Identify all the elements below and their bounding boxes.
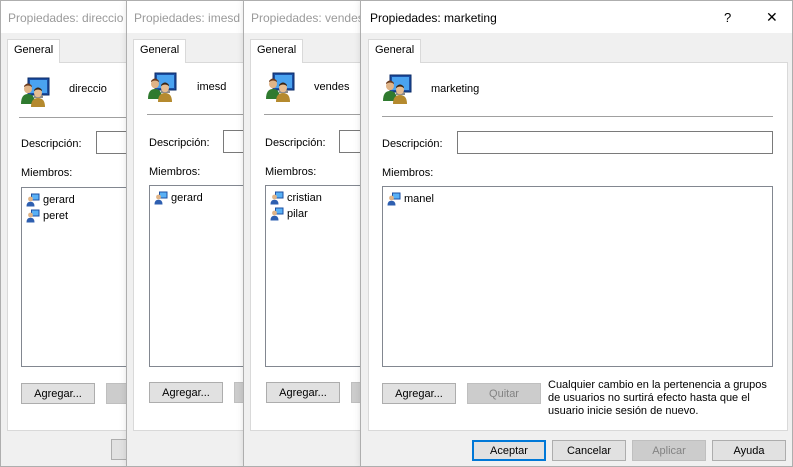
description-field[interactable]	[96, 131, 126, 154]
title-bar[interactable]: Propiedades: imesd	[127, 1, 243, 33]
members-list[interactable]: manel	[382, 186, 773, 367]
cancel-button[interactable]: Cancelar	[552, 440, 626, 461]
member-name: peret	[43, 210, 69, 222]
group-icon	[264, 71, 296, 103]
description-label: Descripción:	[149, 137, 210, 149]
group-icon	[381, 73, 413, 105]
description-field[interactable]	[223, 130, 243, 153]
members-label: Miembros:	[149, 166, 201, 178]
title-bar[interactable]: Propiedades: marketing ? ✕	[361, 1, 792, 33]
members-label: Miembros:	[382, 167, 434, 179]
close-icon[interactable]: ✕	[766, 9, 778, 26]
window-title: Propiedades: imesd	[134, 11, 241, 25]
user-icon	[154, 191, 168, 205]
add-button[interactable]: Agregar...	[382, 383, 456, 404]
remove-button[interactable]: Quitar	[467, 383, 541, 404]
user-icon	[26, 193, 40, 207]
dialog-marketing: Propiedades: marketing ? ✕ General marke…	[360, 0, 793, 467]
member-name: pilar	[287, 208, 308, 220]
list-item[interactable]: pilar	[270, 206, 308, 222]
tab-general[interactable]: General	[250, 39, 304, 63]
group-name: imesd	[197, 81, 227, 93]
list-item[interactable]: peret	[26, 208, 68, 224]
apply-button[interactable]: Aplicar	[632, 440, 706, 461]
dialog-direccio: Propiedades: direccio General direccio D…	[0, 0, 127, 467]
list-item[interactable]: gerard	[154, 190, 203, 206]
description-label: Descripción:	[382, 138, 443, 150]
user-icon	[270, 207, 284, 221]
member-name: gerard	[171, 192, 203, 204]
ok-button[interactable]: Aceptar	[472, 440, 546, 461]
window-title: Propiedades: direccio	[8, 11, 124, 25]
members-list[interactable]: gerard peret	[21, 187, 126, 367]
group-name: vendes	[314, 81, 350, 93]
description-label: Descripción:	[21, 138, 82, 150]
members-list[interactable]: cristian pilar	[265, 185, 360, 367]
description-field[interactable]	[339, 130, 360, 153]
separator	[264, 114, 360, 115]
list-item[interactable]: manel	[387, 191, 434, 207]
group-name: direccio	[69, 83, 107, 95]
description-label: Descripción:	[265, 137, 326, 149]
members-label: Miembros:	[265, 166, 317, 178]
dialog-imesd: Propiedades: imesd General imesd Descrip…	[126, 0, 244, 467]
add-button[interactable]: Agregar...	[149, 382, 223, 403]
add-button[interactable]: Agregar...	[21, 383, 95, 404]
help-icon[interactable]: ?	[724, 10, 731, 25]
list-item[interactable]: cristian	[270, 190, 322, 206]
user-icon	[387, 192, 401, 206]
window-title: Propiedades: marketing	[370, 11, 497, 25]
user-icon	[26, 209, 40, 223]
window-title: Propiedades: vendes	[251, 11, 361, 25]
title-bar[interactable]: Propiedades: direccio	[1, 1, 126, 33]
separator	[147, 114, 243, 115]
help-button[interactable]: Ayuda	[712, 440, 786, 461]
member-name: gerard	[43, 194, 75, 206]
user-icon	[270, 191, 284, 205]
list-item[interactable]: gerard	[26, 192, 75, 208]
tab-general[interactable]: General	[368, 39, 422, 63]
description-field[interactable]	[457, 131, 773, 154]
separator	[19, 117, 126, 118]
dialog-button[interactable]	[111, 439, 126, 460]
members-list[interactable]: gerard	[149, 185, 243, 367]
remove-button[interactable]	[106, 383, 126, 404]
group-icon	[146, 71, 178, 103]
separator	[382, 116, 773, 117]
tab-general[interactable]: General	[133, 39, 187, 63]
members-label: Miembros:	[21, 167, 73, 179]
group-name: marketing	[431, 83, 480, 95]
group-icon	[19, 76, 51, 108]
member-name: manel	[404, 193, 434, 205]
member-name: cristian	[287, 192, 322, 204]
add-button[interactable]: Agregar...	[266, 382, 340, 403]
dialog-vendes: Propiedades: vendes General vendes Descr…	[243, 0, 361, 467]
title-bar[interactable]: Propiedades: vendes	[244, 1, 360, 33]
membership-note: Cualquier cambio en la pertenencia a gru…	[548, 379, 767, 417]
tab-general[interactable]: General	[7, 39, 61, 63]
